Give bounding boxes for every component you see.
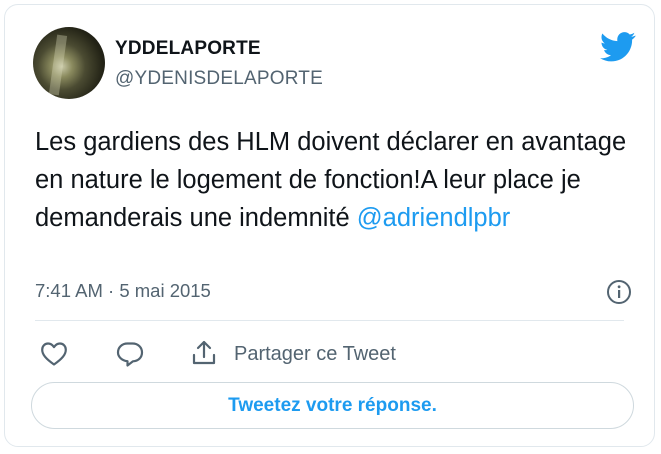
author-handle[interactable]: @YDENISDELAPORTE [115,68,323,90]
twitter-bird-icon[interactable] [600,32,636,62]
info-icon[interactable] [606,279,632,305]
mention-link[interactable]: @adriendlpbr [357,204,510,232]
tweet-timestamp[interactable]: 7:41 AM · 5 mai 2015 [35,280,211,302]
tweet-body: Les gardiens des HLM doivent déclarer en… [35,128,627,232]
share-tweet-link[interactable]: Partager ce Tweet [234,343,396,366]
author-display-name[interactable]: YDDELAPORTE [115,38,261,60]
tweet-text: Les gardiens des HLM doivent déclarer en… [35,123,635,237]
heart-icon[interactable] [40,341,68,367]
avatar[interactable] [33,27,105,99]
reply-icon[interactable] [116,340,144,368]
tweet-card: YDDELAPORTE @YDENISDELAPORTE Les gardien… [4,4,655,447]
share-icon[interactable] [191,339,217,367]
divider [35,320,624,321]
reply-button[interactable]: Tweetez votre réponse. [31,382,634,429]
